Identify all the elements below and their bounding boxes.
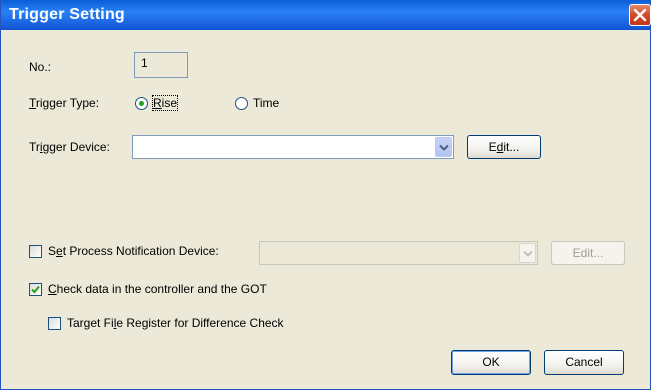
checkmark-icon: [31, 285, 40, 294]
radio-selected-dot: [139, 101, 144, 106]
time-label[interactable]: Time: [253, 96, 279, 110]
no-label: No.:: [29, 60, 52, 74]
dropdown-arrow: [519, 243, 536, 263]
check-data-label[interactable]: Check data in the controller and the GOT: [48, 282, 267, 296]
rise-radio[interactable]: [135, 97, 148, 110]
process-device-combo: [259, 241, 538, 265]
chevron-down-icon: [439, 144, 449, 151]
set-process-checkbox[interactable]: [29, 245, 42, 258]
close-button[interactable]: [629, 4, 651, 26]
target-file-label[interactable]: Target File Register for Difference Chec…: [67, 316, 284, 330]
ok-button[interactable]: OK: [451, 350, 531, 375]
set-process-label[interactable]: Set Process Notification Device:: [48, 244, 219, 258]
no-field: 1: [134, 52, 188, 78]
dialog-title: Trigger Setting: [9, 6, 125, 23]
trigger-setting-dialog: Trigger Setting No.: 1 Trigger Type: Ris…: [0, 0, 651, 390]
title-bar[interactable]: Trigger Setting: [1, 0, 651, 30]
trigger-type-label: Trigger Type:: [29, 96, 100, 110]
close-icon: [633, 8, 647, 22]
time-radio[interactable]: [235, 97, 248, 110]
rise-label[interactable]: Rise: [151, 95, 179, 111]
target-file-checkbox[interactable]: [48, 317, 61, 330]
trigger-device-edit-button[interactable]: Edit...: [467, 135, 541, 159]
process-edit-button: Edit...: [551, 241, 625, 265]
no-value: 1: [141, 56, 148, 70]
dropdown-arrow[interactable]: [435, 137, 452, 157]
check-data-checkbox[interactable]: [29, 283, 42, 296]
cancel-button[interactable]: Cancel: [544, 350, 624, 375]
trigger-device-combo[interactable]: [132, 135, 454, 159]
trigger-device-label: Trigger Device:: [29, 140, 110, 154]
chevron-down-icon: [523, 250, 533, 257]
